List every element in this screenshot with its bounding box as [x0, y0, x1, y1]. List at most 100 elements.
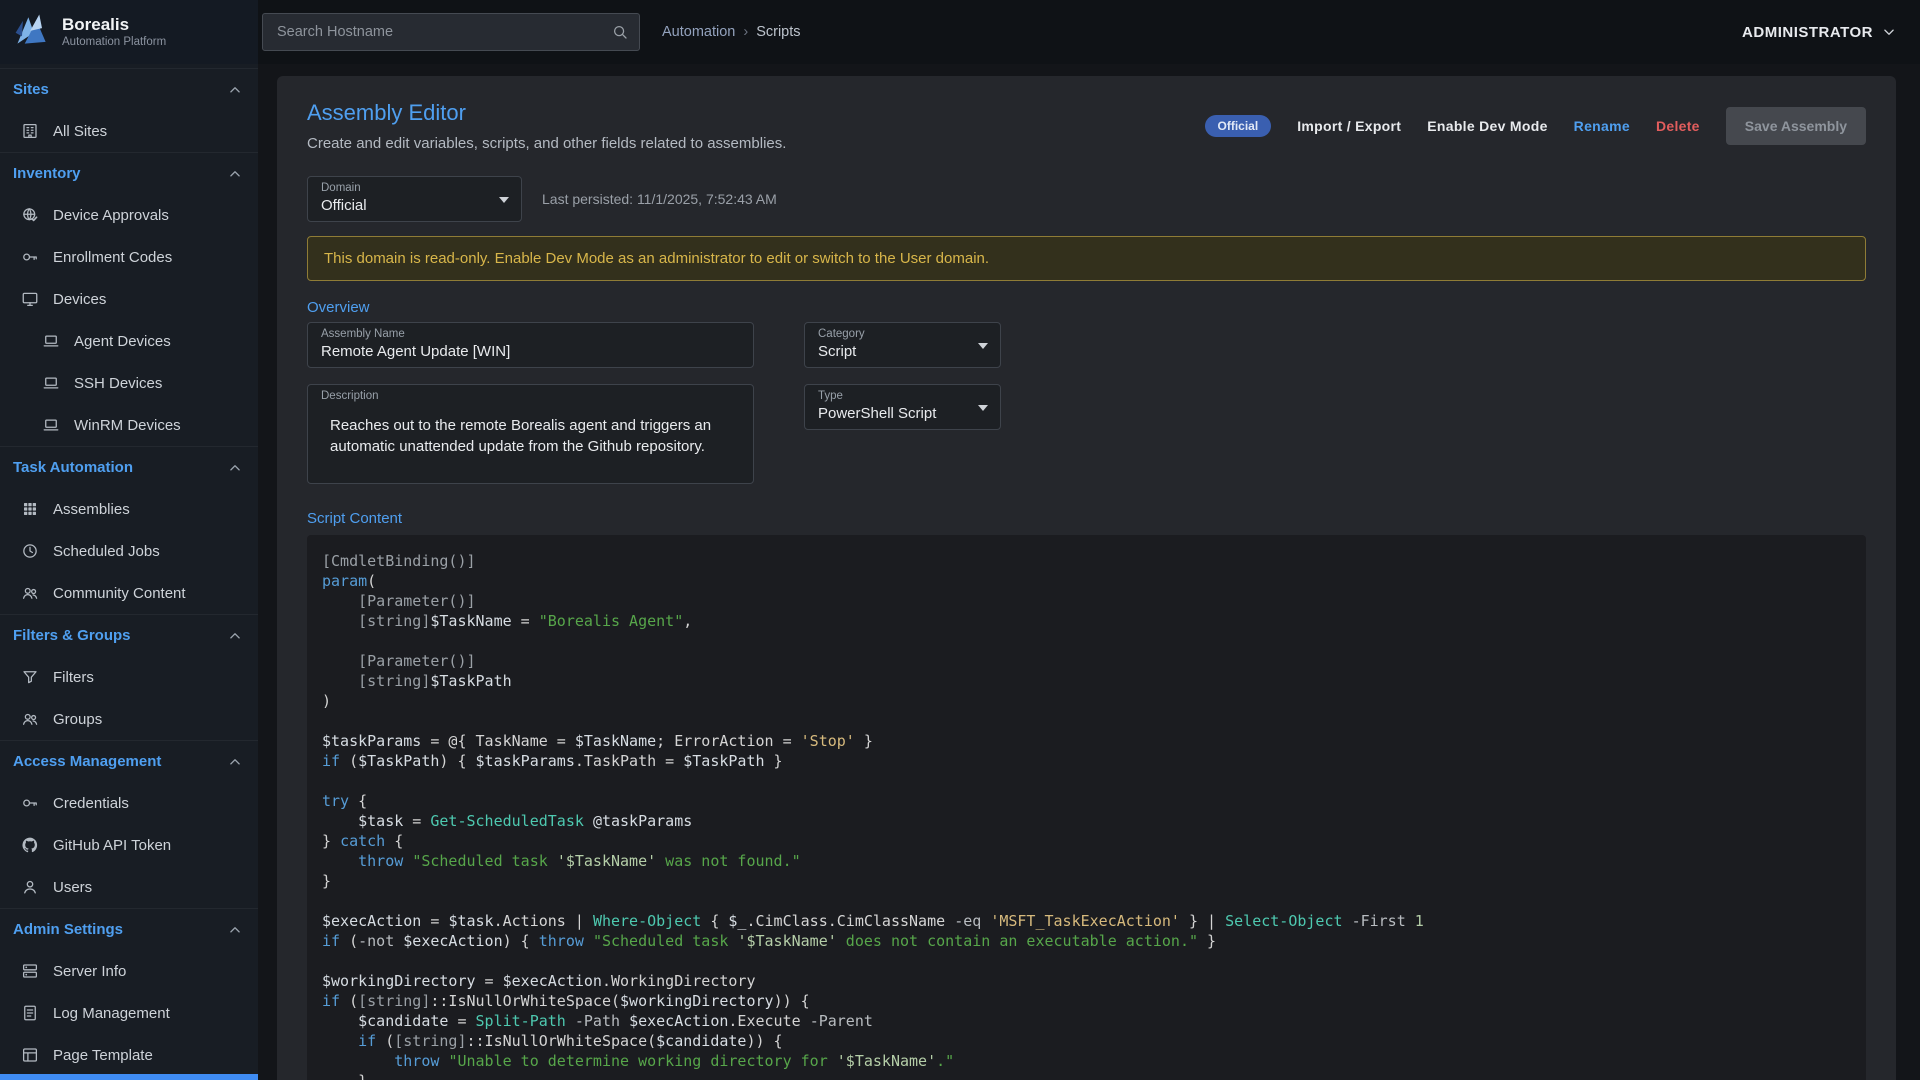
- breadcrumb-item-automation[interactable]: Automation: [662, 24, 735, 40]
- type-value: PowerShell Script: [818, 405, 936, 422]
- sidebar-section-label: Inventory: [13, 165, 81, 182]
- domain-select[interactable]: Domain Official: [307, 176, 522, 222]
- sidebar-item-label: Community Content: [53, 585, 186, 602]
- sidebar-item-device-approvals[interactable]: Device Approvals: [0, 194, 258, 236]
- script-editor[interactable]: [CmdletBinding()]param( [Parameter()] [s…: [307, 535, 1866, 1080]
- overview-section-label: Overview: [307, 299, 1866, 316]
- chevron-up-icon: [226, 165, 244, 183]
- sidebar-section-task-automation[interactable]: Task Automation: [0, 446, 258, 488]
- description-field[interactable]: Description Reaches out to the remote Bo…: [307, 384, 754, 484]
- chevron-down-icon: [1880, 23, 1898, 41]
- building-icon: [21, 122, 39, 140]
- search-icon: [611, 23, 629, 41]
- user-icon: [21, 878, 39, 896]
- enable-dev-mode-button[interactable]: Enable Dev Mode: [1427, 118, 1547, 134]
- category-label: Category: [818, 328, 865, 340]
- type-select[interactable]: Type PowerShell Script: [804, 384, 1001, 430]
- breadcrumb-item-scripts[interactable]: Scripts: [756, 24, 800, 40]
- sidebar-item-label: Enrollment Codes: [53, 249, 172, 266]
- user-menu[interactable]: ADMINISTRATOR: [1742, 23, 1898, 41]
- breadcrumb: Automation › Scripts: [662, 24, 801, 40]
- sidebar-section-inventory[interactable]: Inventory: [0, 152, 258, 194]
- sidebar-item-page-template[interactable]: Page Template: [0, 1034, 258, 1076]
- sidebar-item-enrollment-codes[interactable]: Enrollment Codes: [0, 236, 258, 278]
- header-actions: Official Import / Export Enable Dev Mode…: [1205, 107, 1867, 145]
- domain-row: Domain Official Last persisted: 11/1/202…: [307, 176, 1866, 222]
- sidebar-item-devices[interactable]: Devices: [0, 278, 258, 320]
- chevron-up-icon: [226, 627, 244, 645]
- sidebar-item-community-content[interactable]: Community Content: [0, 572, 258, 614]
- page-title: Assembly Editor: [307, 100, 786, 126]
- category-select[interactable]: Category Script: [804, 322, 1001, 368]
- assembly-name-field[interactable]: Assembly Name Remote Agent Update [WIN]: [307, 322, 754, 368]
- brand-name: Borealis: [62, 16, 166, 35]
- panel-title-block: Assembly Editor Create and edit variable…: [307, 100, 786, 152]
- breadcrumb-separator: ›: [743, 24, 748, 40]
- readonly-warning-banner: This domain is read-only. Enable Dev Mod…: [307, 236, 1866, 281]
- rename-button[interactable]: Rename: [1574, 118, 1630, 134]
- sidebar-item-assemblies[interactable]: Assemblies: [0, 488, 258, 530]
- sidebar-item-label: Agent Devices: [74, 333, 171, 350]
- sidebar-item-server-info[interactable]: Server Info: [0, 950, 258, 992]
- sidebar-item-label: Scheduled Jobs: [53, 543, 160, 560]
- search-box[interactable]: [262, 13, 640, 51]
- brand-tagline: Automation Platform: [62, 36, 166, 48]
- assembly-editor-panel: Assembly Editor Create and edit variable…: [277, 76, 1896, 1080]
- sidebar-item-label: All Sites: [53, 123, 107, 140]
- main-content: Assembly Editor Create and edit variable…: [258, 64, 1920, 1080]
- last-persisted-text: Last persisted: 11/1/2025, 7:52:43 AM: [542, 191, 777, 207]
- sidebar-item-credentials[interactable]: Credentials: [0, 782, 258, 824]
- sidebar-item-winrm-devices[interactable]: WinRM Devices: [0, 404, 258, 446]
- borealis-logo: [12, 10, 52, 55]
- search-input[interactable]: [275, 23, 611, 41]
- sidebar-item-label: Server Info: [53, 963, 126, 980]
- github-icon: [21, 836, 39, 854]
- sidebar-item-ssh-devices[interactable]: SSH Devices: [0, 362, 258, 404]
- sidebar-item-label: Assemblies: [53, 501, 130, 518]
- server-icon: [21, 962, 39, 980]
- sidebar-item-label: Credentials: [53, 795, 129, 812]
- grid-icon: [21, 500, 39, 518]
- sidebar-item-label: Devices: [53, 291, 106, 308]
- page-subtitle: Create and edit variables, scripts, and …: [307, 135, 786, 152]
- sidebar-item-log-management[interactable]: Log Management: [0, 992, 258, 1034]
- globe-check-icon: [21, 206, 39, 224]
- sidebar-item-all-sites[interactable]: All Sites: [0, 110, 258, 152]
- sidebar-item-filters[interactable]: Filters: [0, 656, 258, 698]
- sidebar-section-access-management[interactable]: Access Management: [0, 740, 258, 782]
- script-content-label: Script Content: [307, 510, 1866, 527]
- sidebar-item-label: Filters: [53, 669, 94, 686]
- sidebar-item-agent-devices[interactable]: Agent Devices: [0, 320, 258, 362]
- sidebar-item-label: SSH Devices: [74, 375, 162, 392]
- sidebar-section-label: Access Management: [13, 753, 161, 770]
- sidebar-section-filters-groups[interactable]: Filters & Groups: [0, 614, 258, 656]
- sidebar-section-sites[interactable]: Sites: [0, 68, 258, 110]
- caret-down-icon: [978, 343, 988, 349]
- type-label: Type: [818, 390, 843, 402]
- chevron-up-icon: [226, 459, 244, 477]
- user-menu-label: ADMINISTRATOR: [1742, 24, 1873, 41]
- chevron-up-icon: [226, 921, 244, 939]
- brand: Borealis Automation Platform: [0, 0, 258, 64]
- sidebar-item-label: Groups: [53, 711, 102, 728]
- delete-button[interactable]: Delete: [1656, 118, 1700, 134]
- domain-value: Official: [321, 197, 367, 214]
- caret-down-icon: [499, 197, 509, 203]
- laptop-icon: [42, 332, 60, 350]
- description-label: Description: [321, 390, 379, 402]
- sidebar-section-admin-settings[interactable]: Admin Settings: [0, 908, 258, 950]
- sidebar-item-groups[interactable]: Groups: [0, 698, 258, 740]
- sidebar-item-users[interactable]: Users: [0, 866, 258, 908]
- people-icon: [21, 584, 39, 602]
- sidebar-section-label: Sites: [13, 81, 49, 98]
- clock-icon: [21, 542, 39, 560]
- sidebar-item-label: Device Approvals: [53, 207, 169, 224]
- import-export-button[interactable]: Import / Export: [1297, 118, 1401, 134]
- sidebar-bottom-accent: [0, 1074, 258, 1080]
- caret-down-icon: [978, 405, 988, 411]
- sidebar-item-github-api-token[interactable]: GitHub API Token: [0, 824, 258, 866]
- script-code: [CmdletBinding()]param( [Parameter()] [s…: [322, 551, 1851, 1080]
- save-assembly-button[interactable]: Save Assembly: [1726, 107, 1866, 145]
- sidebar-item-scheduled-jobs[interactable]: Scheduled Jobs: [0, 530, 258, 572]
- domain-label: Domain: [321, 182, 361, 194]
